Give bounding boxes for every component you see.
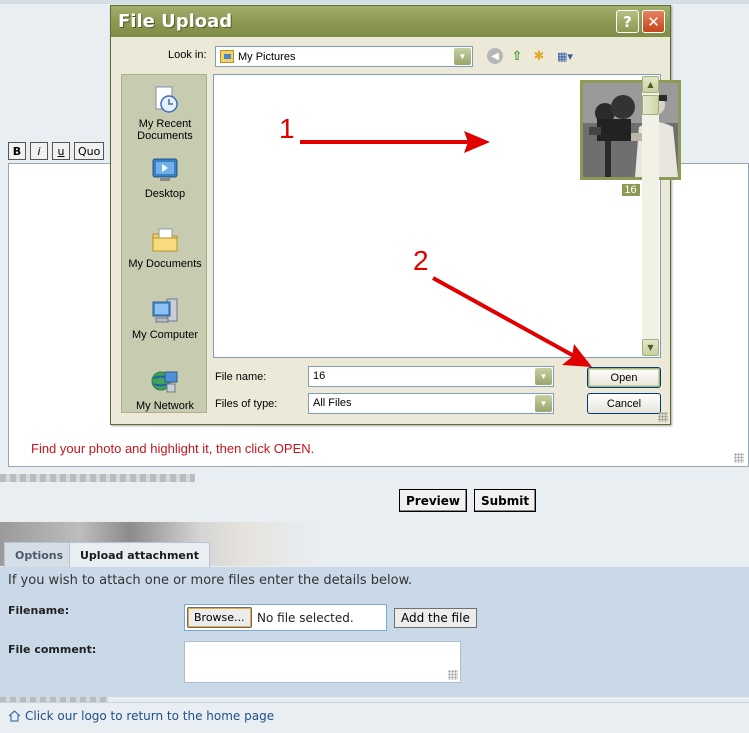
browse-button[interactable]: Browse... [187, 607, 252, 628]
dialog-titlebar[interactable]: File Upload ? ✕ [111, 6, 670, 37]
file-name-label: File name: [215, 371, 267, 383]
place-label: My Documents [128, 258, 202, 270]
underline-button[interactable]: u [52, 142, 70, 160]
comment-resize-grip[interactable] [448, 670, 458, 680]
dialog-resize-grip[interactable] [658, 412, 668, 422]
annotation-step-2: 2 [413, 245, 429, 276]
place-my-recent-documents[interactable]: My Recent Documents [122, 85, 208, 142]
home-icon [8, 710, 21, 722]
up-folder-icon[interactable]: ⇧ [509, 48, 525, 64]
file-item-label: 16 [621, 184, 640, 196]
italic-button[interactable]: i [30, 142, 48, 160]
bold-button[interactable]: B [8, 142, 26, 160]
pictures-folder-icon [220, 50, 234, 63]
place-label: My Network [135, 400, 195, 412]
attachment-intro: If you wish to attach one or more files … [8, 573, 413, 588]
file-type-label: Files of type: [215, 398, 278, 410]
place-label: My Computer [131, 329, 199, 341]
dialog-toolbar: ◀ ⇧ ✱ ▦▾ [487, 48, 577, 64]
new-folder-icon[interactable]: ✱ [531, 48, 547, 64]
scrollbar-thumb[interactable] [642, 95, 659, 115]
close-button[interactable]: ✕ [642, 10, 665, 33]
photo-thumbnail [580, 80, 681, 180]
tab-upload-attachment[interactable]: Upload attachment [69, 542, 210, 567]
editor-resize-grip[interactable] [734, 453, 744, 463]
views-menu-icon[interactable]: ▦▾ [553, 48, 577, 64]
action-row [0, 482, 749, 522]
decorative-film-strip [0, 474, 195, 482]
instruction-text: Find your photo and highlight it, then c… [31, 441, 315, 456]
recent-documents-icon [150, 85, 180, 115]
file-comment-textarea[interactable] [184, 641, 461, 683]
look-in-value: My Pictures [238, 50, 296, 63]
place-my-documents[interactable]: My Documents [122, 225, 208, 270]
scroll-down-icon[interactable]: ▼ [642, 339, 659, 356]
place-desktop[interactable]: Desktop [122, 155, 208, 200]
chevron-down-icon[interactable]: ▼ [535, 395, 552, 412]
filename-label: Filename: [8, 604, 70, 617]
place-label: Desktop [144, 188, 186, 200]
file-item-16[interactable]: 16 [580, 80, 681, 196]
places-bar: My Recent Documents Desktop My Documents… [121, 74, 207, 413]
format-toolbar: B i u Quo [8, 142, 105, 160]
file-name-value: 16 [313, 370, 326, 382]
quote-button[interactable]: Quo [74, 142, 105, 160]
home-link[interactable]: Click our logo to return to the home pag… [8, 709, 274, 723]
file-type-dropdown[interactable]: All Files ▼ [308, 393, 554, 414]
desktop-icon [150, 155, 180, 185]
no-file-selected-text: No file selected. [257, 611, 354, 625]
home-link-text: Click our logo to return to the home pag… [25, 709, 275, 723]
help-button[interactable]: ? [616, 10, 639, 33]
header-stripe [0, 0, 749, 4]
place-my-network[interactable]: My Network [122, 367, 208, 412]
place-label: My Recent Documents [137, 118, 193, 142]
file-type-value: All Files [313, 397, 352, 409]
file-name-input[interactable]: 16 ▼ [308, 366, 554, 387]
scroll-up-icon[interactable]: ▲ [642, 76, 659, 93]
tab-options[interactable]: Options [4, 542, 75, 567]
my-network-icon [150, 367, 180, 397]
cancel-button[interactable]: Cancel [587, 393, 661, 414]
preview-button[interactable]: Preview [399, 489, 468, 512]
back-icon[interactable]: ◀ [487, 48, 503, 64]
file-comment-label: File comment: [8, 643, 97, 656]
add-file-button[interactable]: Add the file [394, 608, 477, 628]
my-documents-icon [150, 225, 180, 255]
chevron-down-icon[interactable]: ▼ [454, 48, 471, 65]
submit-button[interactable]: Submit [474, 489, 537, 512]
look-in-dropdown[interactable]: My Pictures ▼ [215, 46, 473, 67]
my-computer-icon [150, 296, 180, 326]
look-in-label: Look in: [168, 49, 207, 61]
dialog-title: File Upload [118, 11, 233, 32]
vertical-scrollbar[interactable]: ▲ ▼ [642, 76, 659, 356]
chevron-down-icon[interactable]: ▼ [535, 368, 552, 385]
file-upload-dialog: File Upload ? ✕ Look in: My Pictures ▼ ◀… [110, 5, 681, 425]
open-button[interactable]: Open [587, 367, 661, 388]
place-my-computer[interactable]: My Computer [122, 296, 208, 341]
annotation-step-1: 1 [279, 113, 295, 144]
